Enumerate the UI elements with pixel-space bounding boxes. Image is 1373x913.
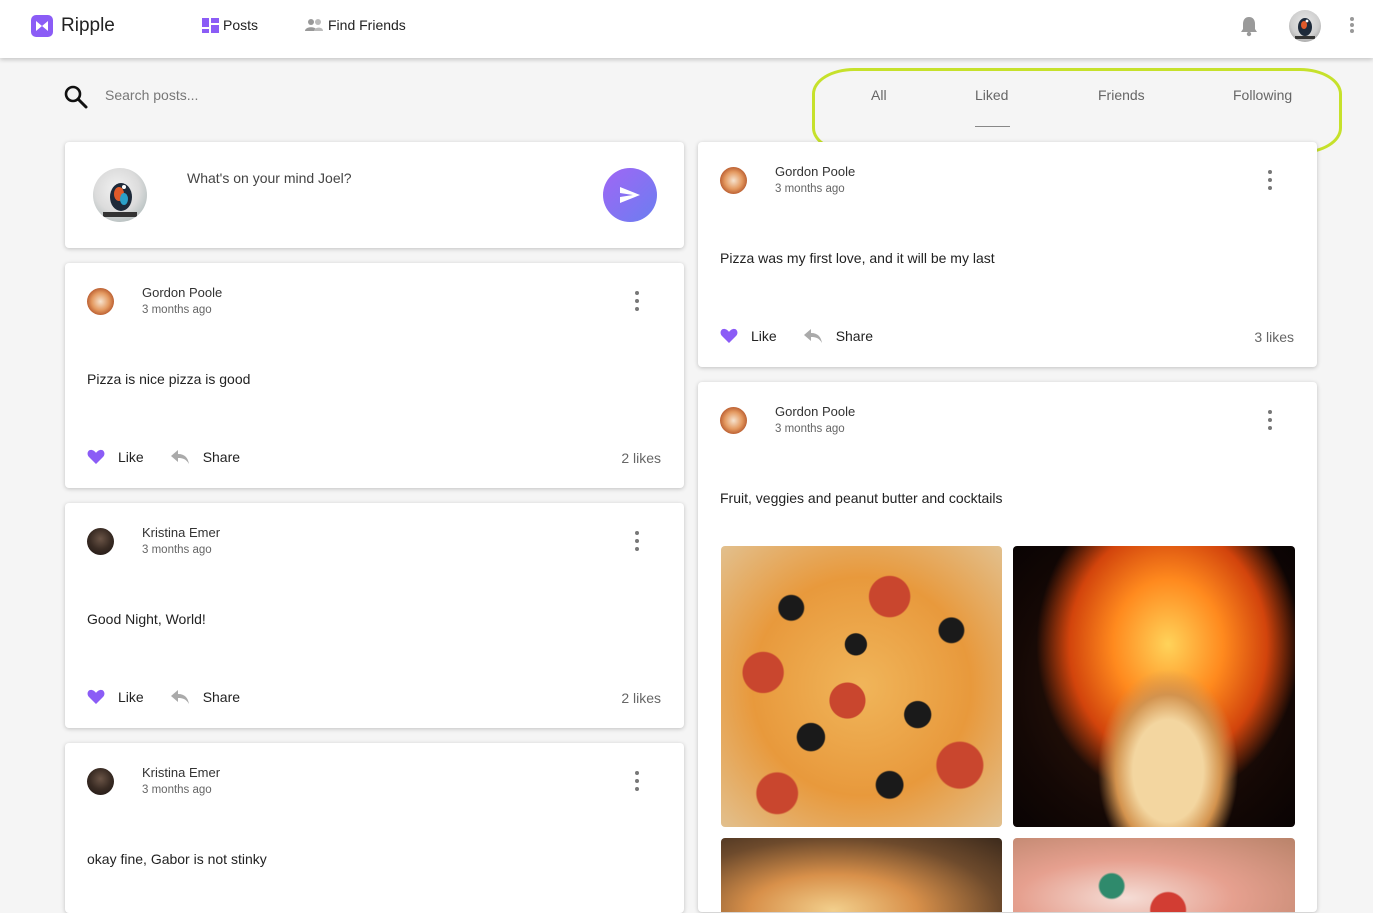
search-icon[interactable] bbox=[63, 84, 89, 115]
share-label: Share bbox=[835, 328, 874, 344]
share-button[interactable]: Share bbox=[170, 449, 240, 465]
post-actions: Like Share bbox=[87, 689, 240, 705]
composer-prompt[interactable]: What's on your mind Joel? bbox=[187, 170, 352, 186]
feed-tabs: All Liked Friends Following bbox=[812, 70, 1340, 152]
post-author[interactable]: Kristina Emer bbox=[142, 525, 220, 540]
post-card: Gordon Poole 3 months ago Pizza was my f… bbox=[698, 142, 1317, 367]
like-button[interactable]: Like bbox=[87, 689, 144, 705]
search-input[interactable] bbox=[105, 84, 405, 106]
like-label: Like bbox=[118, 449, 144, 465]
nav-find-friends[interactable]: Find Friends bbox=[304, 17, 406, 33]
post-image[interactable] bbox=[1013, 838, 1295, 912]
like-label: Like bbox=[118, 689, 144, 705]
like-label: Like bbox=[751, 328, 777, 344]
post-card: Kristina Emer 3 months ago okay fine, Ga… bbox=[65, 743, 684, 913]
post-image[interactable] bbox=[721, 546, 1002, 827]
post-image[interactable] bbox=[1013, 546, 1295, 827]
like-button[interactable]: Like bbox=[720, 328, 777, 344]
post-author[interactable]: Gordon Poole bbox=[775, 164, 855, 179]
author-avatar[interactable] bbox=[87, 768, 114, 795]
post-author[interactable]: Kristina Emer bbox=[142, 765, 220, 780]
reply-icon bbox=[170, 689, 190, 705]
tab-all[interactable]: All bbox=[871, 87, 887, 103]
nav-posts[interactable]: Posts bbox=[202, 17, 258, 33]
post-time: 3 months ago bbox=[775, 423, 845, 435]
tab-liked[interactable]: Liked bbox=[975, 87, 1008, 103]
likes-count: 2 likes bbox=[621, 690, 661, 706]
app-name: Ripple bbox=[61, 15, 115, 36]
share-label: Share bbox=[202, 449, 241, 465]
likes-count: 3 likes bbox=[1254, 329, 1294, 345]
post-body: Pizza was my first love, and it will be … bbox=[720, 250, 995, 266]
send-icon bbox=[619, 186, 641, 204]
friends-icon bbox=[304, 18, 324, 32]
heart-icon bbox=[87, 449, 105, 465]
send-button[interactable] bbox=[603, 168, 657, 222]
post-body: Fruit, veggies and peanut butter and coc… bbox=[720, 490, 1003, 506]
share-button[interactable]: Share bbox=[803, 328, 873, 344]
post-author[interactable]: Gordon Poole bbox=[775, 404, 855, 419]
heart-icon bbox=[87, 689, 105, 705]
post-body: okay fine, Gabor is not stinky bbox=[87, 851, 267, 867]
tab-friends[interactable]: Friends bbox=[1098, 87, 1145, 103]
post-card: Gordon Poole 3 months ago Fruit, veggies… bbox=[698, 382, 1317, 912]
post-author[interactable]: Gordon Poole bbox=[142, 285, 222, 300]
more-vert-icon[interactable] bbox=[632, 531, 642, 551]
heart-icon bbox=[720, 328, 738, 344]
author-avatar[interactable] bbox=[720, 167, 747, 194]
ripple-logo-icon bbox=[31, 15, 53, 37]
like-button[interactable]: Like bbox=[87, 449, 144, 465]
post-body: Good Night, World! bbox=[87, 611, 206, 627]
post-composer: What's on your mind Joel? bbox=[65, 142, 684, 248]
reply-icon bbox=[803, 328, 823, 344]
likes-count: 2 likes bbox=[621, 450, 661, 466]
author-avatar[interactable] bbox=[720, 407, 747, 434]
post-time: 3 months ago bbox=[142, 784, 212, 796]
post-card: Gordon Poole 3 months ago Pizza is nice … bbox=[65, 263, 684, 488]
post-time: 3 months ago bbox=[142, 544, 212, 556]
post-time: 3 months ago bbox=[142, 304, 212, 316]
tab-following[interactable]: Following bbox=[1233, 87, 1292, 103]
more-vert-icon[interactable] bbox=[632, 771, 642, 791]
brand[interactable]: Ripple bbox=[31, 15, 115, 37]
post-card: Kristina Emer 3 months ago Good Night, W… bbox=[65, 503, 684, 728]
more-vert-icon[interactable] bbox=[632, 291, 642, 311]
post-image[interactable] bbox=[721, 838, 1002, 912]
share-button[interactable]: Share bbox=[170, 689, 240, 705]
more-vert-icon[interactable] bbox=[1265, 170, 1275, 190]
reply-icon bbox=[170, 449, 190, 465]
post-time: 3 months ago bbox=[775, 183, 845, 195]
post-body: Pizza is nice pizza is good bbox=[87, 371, 251, 387]
post-actions: Like Share bbox=[720, 328, 873, 344]
author-avatar[interactable] bbox=[87, 288, 114, 315]
user-avatar[interactable] bbox=[1289, 10, 1321, 42]
composer-avatar bbox=[93, 168, 147, 222]
active-tab-indicator bbox=[975, 126, 1010, 127]
posts-icon bbox=[202, 17, 219, 33]
top-bar: Ripple Posts Find Friends bbox=[0, 0, 1373, 58]
bell-icon[interactable] bbox=[1239, 15, 1259, 42]
nav-find-friends-label: Find Friends bbox=[328, 17, 406, 33]
nav-posts-label: Posts bbox=[223, 17, 259, 33]
post-actions: Like Share bbox=[87, 449, 240, 465]
more-vert-icon[interactable] bbox=[1349, 16, 1355, 39]
author-avatar[interactable] bbox=[87, 528, 114, 555]
more-vert-icon[interactable] bbox=[1265, 410, 1275, 430]
share-label: Share bbox=[202, 689, 241, 705]
